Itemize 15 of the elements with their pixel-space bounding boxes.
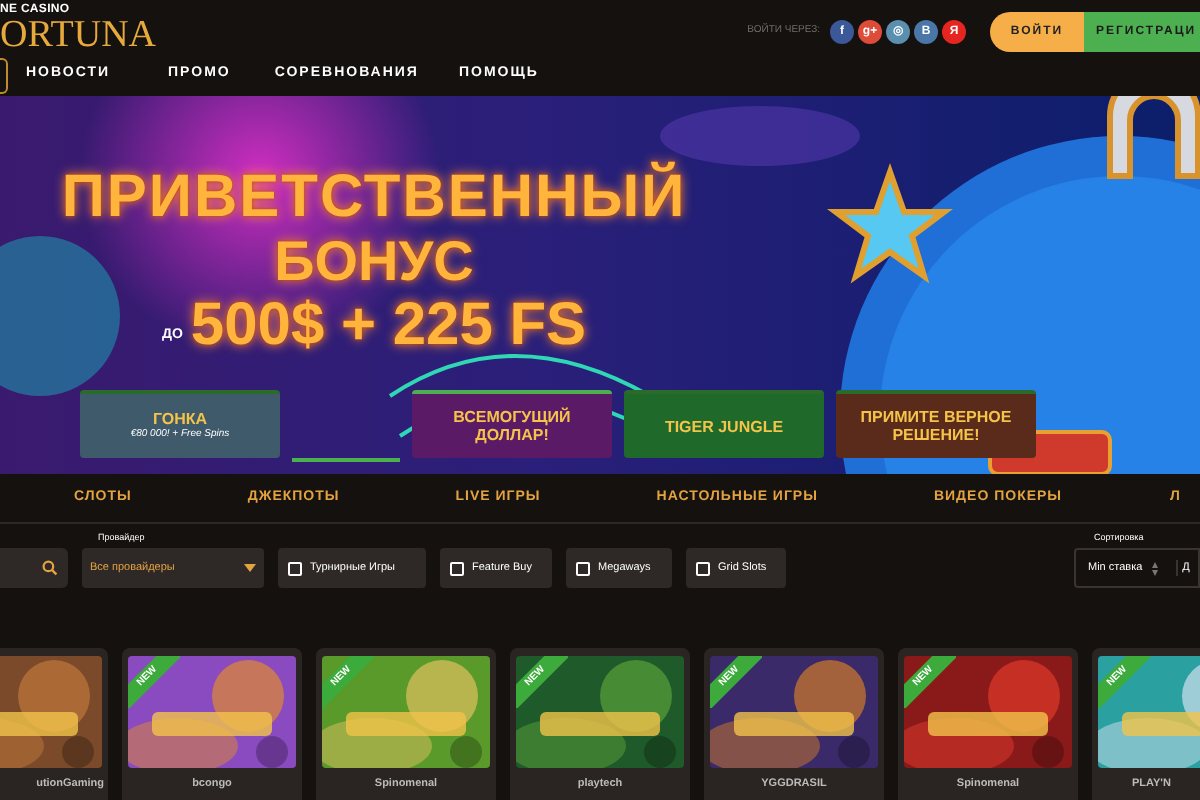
banner-amount: 500$ + 225 FS bbox=[190, 294, 587, 358]
promo-tile[interactable]: TIGER JUNGLE bbox=[624, 390, 824, 458]
search-icon[interactable] bbox=[42, 560, 58, 576]
promo-tile[interactable]: ВСЕМОГУЩИЙ ДОЛЛАР! bbox=[412, 390, 612, 458]
logo[interactable]: ORTUNA bbox=[0, 18, 157, 54]
menu-toggle[interactable] bbox=[0, 57, 8, 93]
banner-subtitle: БОНУС bbox=[274, 230, 474, 294]
promo-tile[interactable]: ПРИМИТЕ ВЕРНОЕ РЕШЕНИЕ! bbox=[836, 390, 1036, 458]
checkbox[interactable] bbox=[450, 561, 464, 575]
checkbox[interactable] bbox=[576, 561, 590, 575]
checkbox[interactable] bbox=[696, 561, 710, 575]
checkbox[interactable] bbox=[288, 561, 302, 575]
sort-arrows-icon bbox=[1152, 561, 1159, 575]
caret-icon bbox=[244, 564, 256, 572]
search-field[interactable] bbox=[0, 548, 68, 588]
